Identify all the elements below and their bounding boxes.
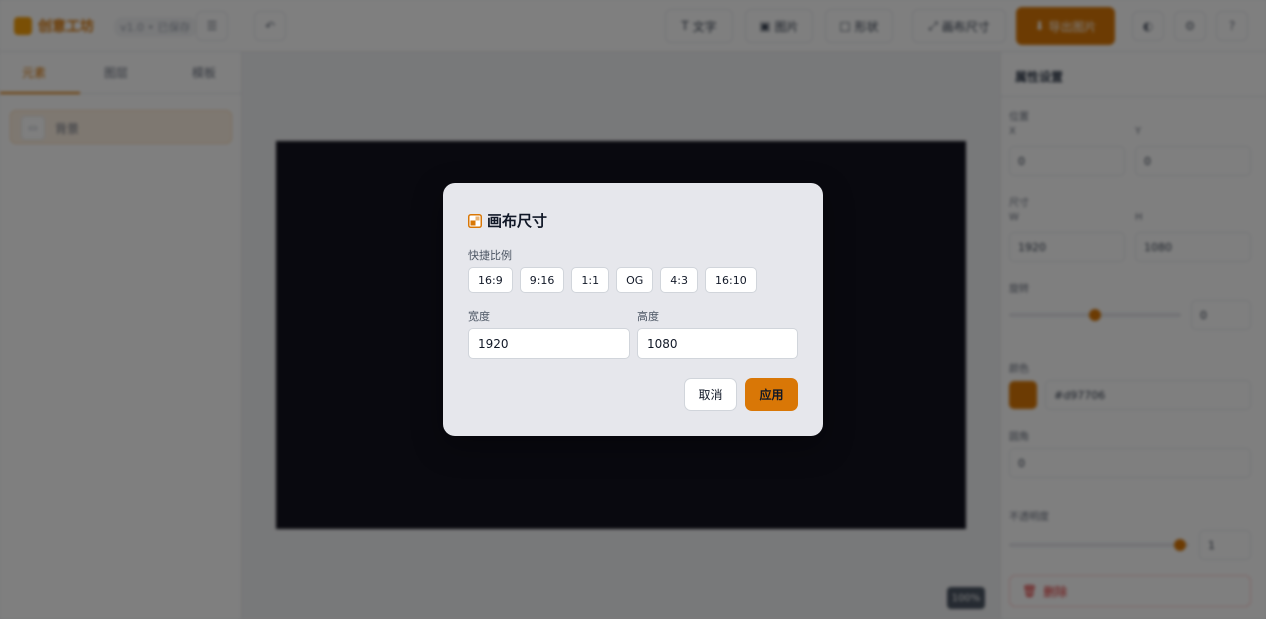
width-input[interactable]: [468, 328, 630, 359]
cancel-button[interactable]: 取消: [684, 378, 737, 411]
preset-og-button[interactable]: OG: [616, 267, 654, 293]
preset-9-16-button[interactable]: 9:16: [519, 267, 565, 293]
height-label: 高度: [637, 310, 659, 323]
canvas-size-dialog: 画布尺寸 快捷比例 16:9 9:16 1:1 OG 4:3 16:10 宽度 …: [443, 183, 823, 436]
preset-4-3-button[interactable]: 4:3: [660, 267, 698, 293]
width-label: 宽度: [468, 310, 490, 323]
preset-16-9-button[interactable]: 16:9: [468, 267, 513, 293]
resize-icon: [468, 213, 482, 228]
dialog-header: 画布尺寸: [468, 210, 547, 231]
preset-1-1-button[interactable]: 1:1: [571, 267, 610, 293]
dialog-title: 画布尺寸: [487, 212, 548, 230]
preset-16-10-button[interactable]: 16:10: [705, 267, 757, 293]
height-input[interactable]: [637, 328, 798, 359]
apply-button[interactable]: 应用: [745, 378, 798, 411]
preset-ratio-group: 16:9 9:16 1:1 OG 4:3 16:10: [468, 267, 757, 293]
presets-label: 快捷比例: [468, 249, 512, 262]
